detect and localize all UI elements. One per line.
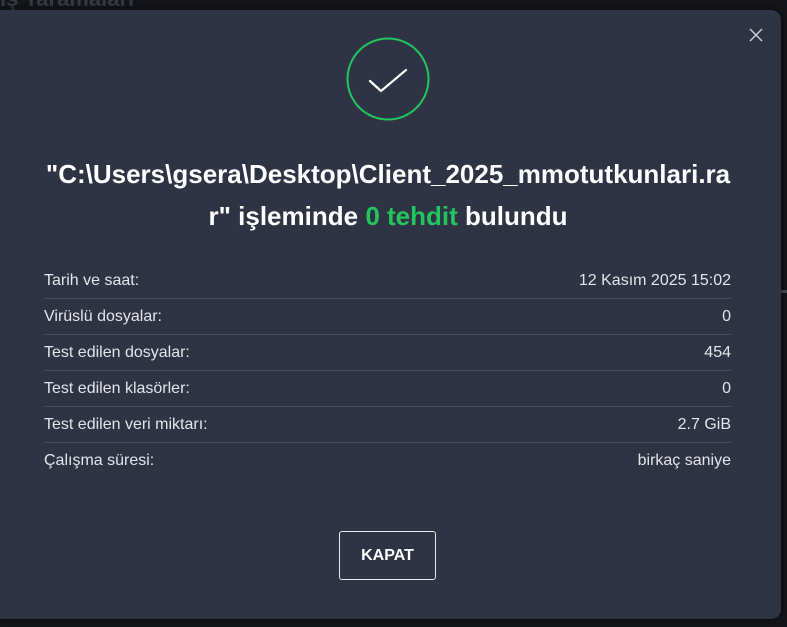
detail-label: Test edilen klasörler: — [44, 379, 190, 397]
detail-row-data-amount: Test edilen veri miktarı: 2.7 GiB — [44, 407, 731, 443]
detail-row-tested-files: Test edilen dosyalar: 454 — [44, 335, 731, 371]
close-dialog-button[interactable]: KAPAT — [339, 531, 436, 580]
detail-label: Tarih ve saat: — [44, 271, 140, 289]
close-icon — [749, 28, 763, 42]
detail-row-date: Tarih ve saat: 12 Kasım 2025 15:02 — [44, 263, 731, 299]
detail-label: Çalışma süresi: — [44, 452, 155, 469]
detail-value: 0 — [722, 379, 731, 397]
detail-value: 454 — [704, 343, 731, 361]
detail-row-duration: Çalışma süresi: birkaç saniye — [44, 443, 731, 479]
scan-result-dialog: "C:\Users\gsera\Desktop\Client_2025_mmot… — [0, 10, 781, 619]
detail-value: birkaç saniye — [637, 452, 731, 469]
detail-value: 0 — [722, 307, 731, 325]
detail-value: 12 Kasım 2025 15:02 — [578, 271, 731, 289]
detail-label: Virüslü dosyalar: — [44, 307, 162, 325]
detail-row-infected-files: Virüslü dosyalar: 0 — [44, 299, 731, 335]
checkmark-circle-icon — [346, 37, 430, 121]
headline-suffix: bulundu — [457, 201, 568, 231]
scan-result-headline: "C:\Users\gsera\Desktop\Client_2025_mmot… — [40, 153, 736, 237]
background-divider — [781, 290, 787, 293]
close-button[interactable] — [745, 24, 767, 46]
scan-details-list: Tarih ve saat: 12 Kasım 2025 15:02 Virüs… — [44, 263, 731, 479]
detail-row-tested-folders: Test edilen klasörler: 0 — [44, 371, 731, 407]
detail-label: Test edilen dosyalar: — [44, 343, 190, 361]
detail-label: Test edilen veri miktarı: — [44, 415, 208, 433]
threat-count: 0 tehdit — [365, 201, 458, 231]
detail-value: 2.7 GiB — [677, 415, 731, 433]
